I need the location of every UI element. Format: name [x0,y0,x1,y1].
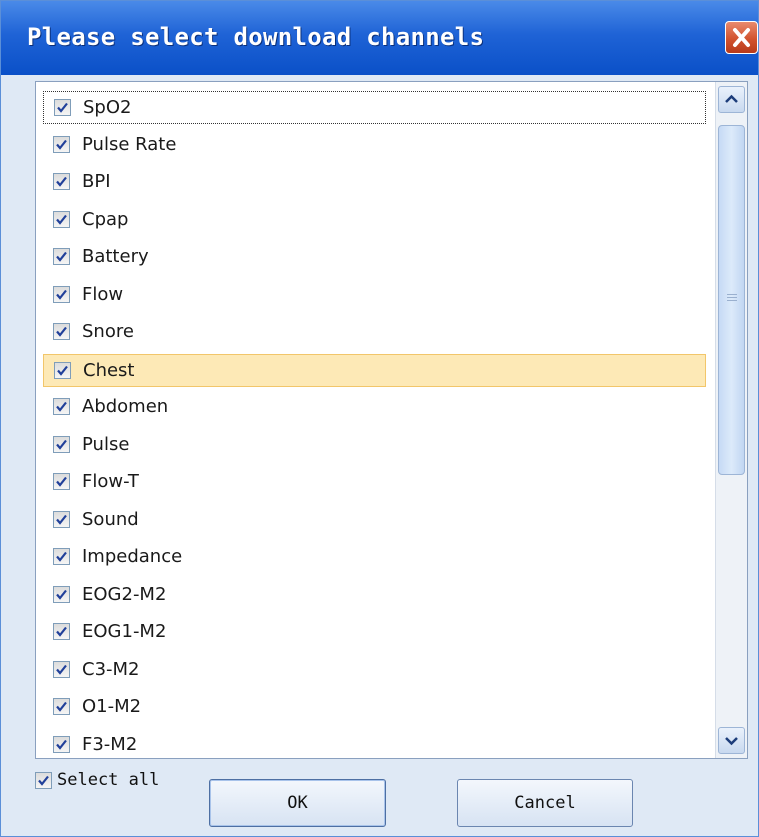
list-item[interactable]: O1-M2 [43,691,706,724]
checkbox[interactable] [53,248,70,265]
checkmark-icon [56,326,67,337]
checkbox[interactable] [53,173,70,190]
list-item[interactable]: Cpap [43,204,706,237]
checkmark-icon [56,214,67,225]
dialog-window: Please select download channels SpO2 Puls… [0,0,759,837]
checkbox[interactable] [53,398,70,415]
checkbox[interactable] [53,698,70,715]
checkmark-icon [56,551,67,562]
checkbox[interactable] [53,585,70,603]
checkmark-icon [56,289,67,300]
list-item[interactable]: BPI [43,166,706,199]
list-item[interactable]: Abdomen [43,391,706,424]
chevron-up-icon [725,94,738,103]
checkmark-icon [56,176,67,187]
list-item[interactable]: Flow-T [43,466,706,499]
checkbox[interactable] [53,623,70,640]
channel-label: BPI [82,171,111,192]
channel-label: Flow-T [82,471,139,492]
channel-label: Impedance [82,546,183,567]
checkmark-icon [56,739,67,750]
channel-label: Pulse Rate [82,133,177,155]
list-item[interactable]: C3-M2 [43,654,706,687]
channel-list[interactable]: SpO2 Pulse Rate BPI Cpap Battery Flow Snore Che… [35,81,748,759]
checkmark-icon [56,626,67,637]
channel-label: EOG1-M2 [82,621,167,642]
channel-label: Abdomen [82,396,169,417]
checkbox[interactable] [53,285,70,303]
channel-label: Cpap [82,208,129,230]
scroll-up-button[interactable] [718,86,745,113]
checkmark-icon [56,701,67,712]
checkbox[interactable] [53,323,70,340]
list-item[interactable]: Impedance [43,541,706,574]
checkmark-icon [56,664,67,675]
list-item[interactable]: SpO2 [43,91,706,124]
list-item[interactable]: EOG1-M2 [43,616,706,649]
list-item[interactable]: Chest [43,353,706,387]
list-item[interactable]: Pulse [43,429,706,462]
list-item[interactable]: Sound [43,504,706,537]
list-item[interactable]: Pulse Rate [43,129,706,162]
dialog-title: Please select download channels [27,23,485,51]
chevron-down-icon [725,737,738,746]
checkmark-icon [56,439,67,450]
checkmark-icon [57,365,68,376]
list-item[interactable]: Snore [43,316,706,349]
checkbox[interactable] [53,510,70,528]
channel-label: SpO2 [83,97,132,118]
grip-line [727,297,737,298]
checkbox[interactable] [53,435,70,453]
ok-button[interactable]: OK [209,779,386,827]
channel-label: Battery [82,246,149,267]
vertical-scrollbar[interactable] [715,82,747,758]
list-item[interactable]: Flow [43,279,706,312]
channel-label: O1-M2 [82,696,142,717]
checkbox[interactable] [54,99,71,116]
checkmark-icon [56,401,67,412]
checkmark-icon [56,139,67,150]
select-all-label: Select all [57,770,160,790]
scroll-down-button[interactable] [718,727,745,754]
dialog-body: SpO2 Pulse Rate BPI Cpap Battery Flow Snore Che… [7,75,754,832]
channel-label: F3-M2 [82,733,138,755]
list-item[interactable]: Battery [43,241,706,274]
checkbox[interactable] [53,135,70,153]
grip-line [727,300,737,301]
channel-label: EOG2-M2 [82,583,167,605]
checkbox[interactable] [35,772,52,789]
checkbox[interactable] [53,548,70,565]
checkmark-icon [56,514,67,525]
checkmark-icon [56,589,67,600]
close-button[interactable] [725,21,758,54]
checkmark-icon [56,476,67,487]
channel-label: Sound [82,508,139,530]
channel-label: Snore [82,321,134,342]
checkbox[interactable] [53,735,70,753]
channel-label: Chest [83,359,135,381]
checkmark-icon [57,102,68,113]
channel-label: Pulse [82,433,130,455]
scroll-thumb[interactable] [718,125,745,475]
checkbox[interactable] [53,660,70,678]
close-icon [733,28,750,47]
list-item[interactable]: EOG2-M2 [43,579,706,612]
checkmark-icon [56,251,67,262]
checkbox[interactable] [54,361,71,379]
list-item[interactable]: F3-M2 [43,729,706,759]
checkbox[interactable] [53,473,70,490]
grip-line [727,294,737,295]
title-bar[interactable]: Please select download channels [1,1,758,75]
channel-label: C3-M2 [82,658,140,680]
cancel-button[interactable]: Cancel [457,779,633,827]
channel-label: Flow [82,283,124,305]
checkbox[interactable] [53,210,70,228]
checkmark-icon [38,775,49,786]
